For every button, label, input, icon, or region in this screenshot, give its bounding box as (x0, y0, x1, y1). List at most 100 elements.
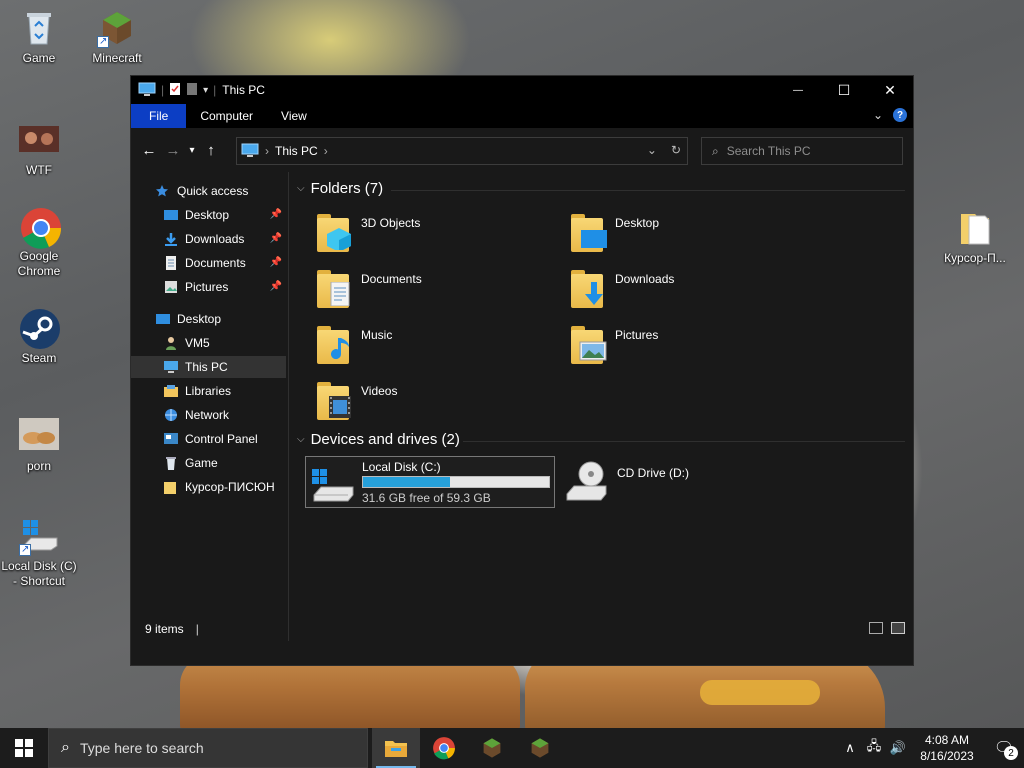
desktop-icon-steam[interactable]: Steam (0, 308, 78, 366)
taskbar-chrome[interactable] (420, 728, 468, 768)
pin-icon[interactable]: 📌 (270, 233, 282, 244)
network-icon (163, 408, 179, 422)
sidebar-item-vm5[interactable]: VM5 (131, 332, 286, 354)
desktop-icon-porn[interactable]: porn (0, 416, 78, 474)
breadcrumb-this-pc[interactable]: This PC (275, 144, 318, 158)
group-divider (391, 190, 905, 191)
minimize-button[interactable]: — (775, 76, 821, 104)
desktop-icon-label: Game (22, 51, 56, 65)
drive-usage-bar (362, 476, 550, 488)
videos-folder-icon (315, 380, 355, 424)
tab-computer[interactable]: Computer (186, 104, 267, 128)
content-pane: ⌵ Folders (7) 3D Objects Desktop Documen… (291, 172, 913, 641)
steam-icon (19, 308, 60, 349)
search-box[interactable]: ⌕ Search This PC (701, 137, 903, 165)
customize-quick-access-icon[interactable]: ▾ (203, 85, 208, 96)
search-icon: ⌕ (61, 739, 70, 756)
sidebar-item-this-pc[interactable]: This PC (131, 356, 286, 378)
title-bar[interactable]: | ▾ | This PC — ☐ ✕ (131, 76, 913, 104)
folder-music[interactable]: Music (315, 324, 565, 376)
windows-logo-icon (15, 739, 33, 757)
desktop-icon-wtf[interactable]: WTF (0, 120, 78, 178)
image-thumbnail-icon (19, 120, 59, 160)
show-hidden-icons-chevron-icon[interactable]: ∧ (838, 740, 862, 756)
breadcrumb-chevron-icon[interactable]: › (324, 144, 328, 158)
sidebar-item-documents[interactable]: Documents 📌 (131, 252, 286, 274)
desktop-icon-label: Курсор-П... (944, 251, 1006, 265)
shortcut-arrow-icon (19, 542, 31, 557)
sidebar-item-desktop-root[interactable]: Desktop (131, 308, 286, 330)
taskbar-file-explorer[interactable] (372, 728, 420, 768)
minecraft-icon (97, 8, 137, 49)
drive-local-disk-c[interactable]: Local Disk (C:) 31.6 GB free of 59.3 GB (305, 456, 555, 508)
sidebar-item-downloads[interactable]: Downloads 📌 (131, 228, 286, 250)
tab-file[interactable]: File (131, 104, 187, 128)
recent-locations-icon[interactable]: ▾ (185, 138, 199, 162)
sidebar-item-quick-access[interactable]: Quick access (131, 180, 286, 202)
3d-objects-folder-icon (315, 212, 355, 256)
folder-icon (163, 480, 179, 494)
notification-count-badge: 2 (1004, 746, 1018, 760)
pin-icon[interactable]: 📌 (270, 209, 282, 220)
window-title: This PC (222, 83, 265, 97)
minecraft-icon (531, 738, 549, 758)
taskbar-search-placeholder: Type here to search (79, 740, 204, 756)
wallpaper-bread-left (180, 655, 520, 735)
up-arrow-icon[interactable]: ↑ (199, 138, 223, 162)
close-button[interactable]: ✕ (867, 76, 913, 104)
chevron-down-icon: ⌵ (297, 183, 305, 194)
taskbar-search-box[interactable]: ⌕ Type here to search (48, 728, 368, 768)
this-pc-icon (138, 82, 156, 99)
taskbar-minecraft-2[interactable] (516, 728, 564, 768)
new-folder-icon[interactable] (186, 82, 198, 99)
folder-desktop[interactable]: Desktop (569, 212, 819, 264)
document-icon (955, 208, 995, 248)
music-folder-icon (315, 324, 355, 368)
forward-arrow-icon[interactable]: → (161, 138, 185, 162)
back-arrow-icon[interactable]: ← (137, 138, 161, 162)
desktop-icon-game[interactable]: Game (0, 8, 78, 66)
desktop-icon-chrome[interactable]: Google Chrome (0, 206, 78, 279)
desktop-icon-label: Steam (21, 351, 57, 365)
desktop-icon-kursor[interactable]: Курсор-П... (936, 208, 1014, 266)
desktop-icon-label: porn (26, 459, 52, 473)
folder-3d-objects[interactable]: 3D Objects (315, 212, 565, 264)
star-icon (155, 184, 171, 198)
address-dropdown-icon[interactable]: ⌄ (647, 143, 657, 157)
sidebar-item-game[interactable]: Game (131, 452, 286, 474)
desktop-icon-minecraft[interactable]: Minecraft (78, 8, 156, 66)
computer-icon (163, 360, 179, 374)
desktop-icon-local-disk-shortcut[interactable]: Local Disk (C) - Shortcut (0, 516, 78, 589)
folder-documents[interactable]: Documents (315, 268, 565, 320)
sidebar-item-network[interactable]: Network (131, 404, 286, 426)
pin-icon[interactable]: 📌 (270, 281, 282, 292)
pin-icon[interactable]: 📌 (270, 257, 282, 268)
network-status-icon[interactable]: 🖧 (862, 737, 886, 759)
drives-group-header[interactable]: ⌵ Devices and drives (2) (297, 431, 460, 448)
folders-group-header[interactable]: ⌵ Folders (7) (297, 180, 383, 197)
sidebar-item-pictures[interactable]: Pictures 📌 (131, 276, 286, 298)
expand-ribbon-icon[interactable]: ⌄ (873, 108, 883, 122)
details-view-icon[interactable] (869, 622, 883, 634)
folder-videos[interactable]: Videos (315, 380, 565, 432)
sidebar-item-desktop[interactable]: Desktop 📌 (131, 204, 286, 226)
address-bar[interactable]: › This PC › ⌄ ↻ (236, 137, 688, 165)
drive-cd-d[interactable]: CD Drive (D:) (563, 456, 803, 508)
desktop-icon-label: Local Disk (C) - Shortcut (1, 559, 77, 588)
sidebar-item-kursor[interactable]: Курсор-ПИСЮН (131, 476, 286, 498)
taskbar-minecraft-1[interactable] (468, 728, 516, 768)
folder-pictures[interactable]: Pictures (569, 324, 819, 376)
refresh-icon[interactable]: ↻ (671, 143, 681, 157)
clock[interactable]: 4:08 AM 8/16/2023 (910, 732, 984, 764)
large-icons-view-icon[interactable] (891, 622, 905, 634)
properties-icon[interactable] (169, 82, 181, 99)
tab-view[interactable]: View (267, 104, 321, 128)
sidebar-item-control-panel[interactable]: Control Panel (131, 428, 286, 450)
volume-icon[interactable]: 🔊 (886, 740, 910, 756)
action-center-button[interactable]: 🗨 2 (984, 728, 1024, 768)
folder-downloads[interactable]: Downloads (569, 268, 819, 320)
help-icon[interactable]: ? (893, 108, 907, 122)
sidebar-item-libraries[interactable]: Libraries (131, 380, 286, 402)
maximize-button[interactable]: ☐ (821, 76, 867, 104)
start-button[interactable] (0, 728, 48, 768)
